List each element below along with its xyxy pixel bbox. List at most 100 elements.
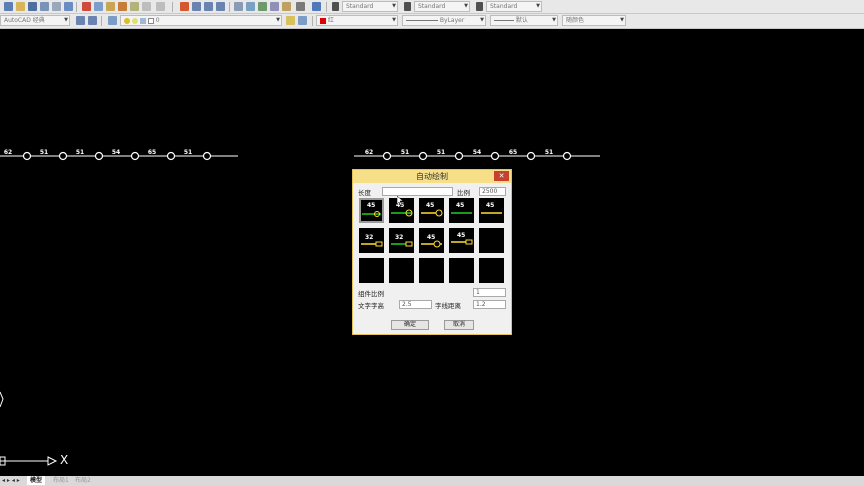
open-file-icon[interactable] [16,2,25,11]
manhole-node [454,151,464,161]
pipe-style-tile[interactable]: 32 [359,228,384,253]
copy-icon[interactable] [94,2,103,11]
save-icon[interactable] [28,2,37,11]
pipe-style-tile-selected[interactable]: 45 [359,198,384,223]
manhole-node [94,151,104,161]
segment-label: 54 [111,149,121,156]
new-file-icon[interactable] [4,2,13,11]
tab-model[interactable]: 模型 [27,476,46,485]
component-scale-field[interactable]: 1 [473,288,506,297]
linetype-select[interactable]: ByLayer ▼ [402,15,486,26]
manhole-node [526,151,536,161]
tile-label: 45 [486,202,495,209]
cut-icon[interactable] [82,2,91,11]
tool-palettes-icon[interactable] [258,2,267,11]
tab-layout1[interactable]: 布局1 [50,476,72,485]
scale-field[interactable]: 2500 [479,187,506,196]
zoom-realtime-icon[interactable] [192,2,201,11]
lineweight-select[interactable]: 默认 ▼ [490,15,558,26]
tile-label: 45 [427,234,436,241]
plot-style-select[interactable]: 随颜色 ▼ [562,15,626,26]
layers-toolbar: AutoCAD 经典 ▼ 0 ▼ 红 ▼ ByLayer ▼ 默认 ▼ 随颜色 ▼ [0,14,864,29]
properties-icon[interactable] [234,2,243,11]
plot-icon[interactable] [40,2,49,11]
layer-manager-icon[interactable] [108,16,117,25]
layer-select[interactable]: 0 ▼ [120,15,282,26]
pan-icon[interactable] [180,2,189,11]
segment-label: 51 [436,149,446,156]
dim-style-select[interactable]: Standard ▼ [414,1,470,12]
length-field[interactable] [382,187,453,196]
segment-label: 51 [75,149,85,156]
text-style-icon [332,2,339,11]
pipe-style-tile-empty[interactable] [359,258,384,283]
pipe-style-tile[interactable]: 45 [449,198,474,223]
standard-toolbar: Standard ▼ Standard ▼ Standard ▼ [0,0,864,14]
workspace-save-icon[interactable] [88,16,97,25]
text-line-gap-label: 字线距离 [435,302,461,310]
calculator-icon[interactable] [296,2,305,11]
text-line-gap-field[interactable]: 1.2 [473,300,506,309]
toolbar-separator [312,16,313,26]
redo-icon[interactable] [156,2,165,11]
tile-label: 45 [457,232,466,239]
workspace-select[interactable]: AutoCAD 经典 ▼ [0,15,70,26]
segment-label: 51 [183,149,193,156]
segment-label: 51 [400,149,410,156]
undo-icon[interactable] [142,2,151,11]
tab-layout2[interactable]: 布局2 [72,476,94,485]
tile-label: 45 [456,202,465,209]
text-style-select[interactable]: Standard ▼ [342,1,398,12]
segment-label: 51 [39,149,49,156]
zoom-window-icon[interactable] [204,2,213,11]
paste-icon[interactable] [106,2,115,11]
layer-freeze-icon [131,17,138,24]
match-properties-icon[interactable] [118,2,127,11]
print-preview-icon[interactable] [52,2,61,11]
manhole-node [130,151,140,161]
ucs-arrow [47,456,58,466]
zoom-previous-icon[interactable] [216,2,225,11]
segment-label: 54 [472,149,482,156]
pipe-style-tile[interactable]: 45 [419,228,444,253]
toolbar-separator [229,2,230,12]
design-center-icon[interactable] [246,2,255,11]
tab-nav-arrows-icon[interactable]: ◂ ▸ ◂ ▸ [2,476,20,485]
close-icon[interactable]: ✕ [494,171,509,181]
scale-label: 比例 [457,189,470,197]
make-current-layer-icon[interactable] [286,16,295,25]
linetype-preview [406,20,438,21]
publish-icon[interactable] [64,2,73,11]
pipe-style-tile[interactable]: 45 [479,198,504,223]
block-editor-icon[interactable] [130,2,139,11]
manhole-node [58,151,68,161]
pipe-style-tile-empty[interactable] [419,258,444,283]
pipe-style-tile[interactable]: 45 [449,228,474,253]
pipe-style-tile[interactable]: 45 [419,198,444,223]
segment-label: 62 [3,149,13,156]
pipe-style-tile[interactable]: 32 [389,228,414,253]
tile-label: 32 [365,234,374,241]
text-height-label: 文字字高 [358,302,384,310]
text-height-field[interactable]: 2.5 [399,300,432,309]
dialog-title-bar[interactable]: 自动绘制 ✕ [353,170,511,183]
pipe-style-tile-empty[interactable] [479,228,504,253]
table-style-select[interactable]: Standard ▼ [486,1,542,12]
pipe-style-tile-empty[interactable] [449,258,474,283]
pipe-style-tile-empty[interactable] [389,258,414,283]
tile-label: 32 [395,234,404,241]
markup-icon[interactable] [282,2,291,11]
segment-label: 62 [364,149,374,156]
workspace-settings-icon[interactable] [76,16,85,25]
tile-label: 45 [426,202,435,209]
cancel-button[interactable]: 取消 [444,320,474,330]
help-icon[interactable] [312,2,321,11]
previous-layer-icon[interactable] [298,16,307,25]
sheet-set-icon[interactable] [270,2,279,11]
ok-button[interactable]: 确定 [391,320,429,330]
layer-lock-icon [139,17,146,24]
segment-label: 65 [147,149,157,156]
component-scale-label: 组件比例 [358,290,384,298]
color-select[interactable]: 红 ▼ [316,15,398,26]
pipe-style-tile-empty[interactable] [479,258,504,283]
